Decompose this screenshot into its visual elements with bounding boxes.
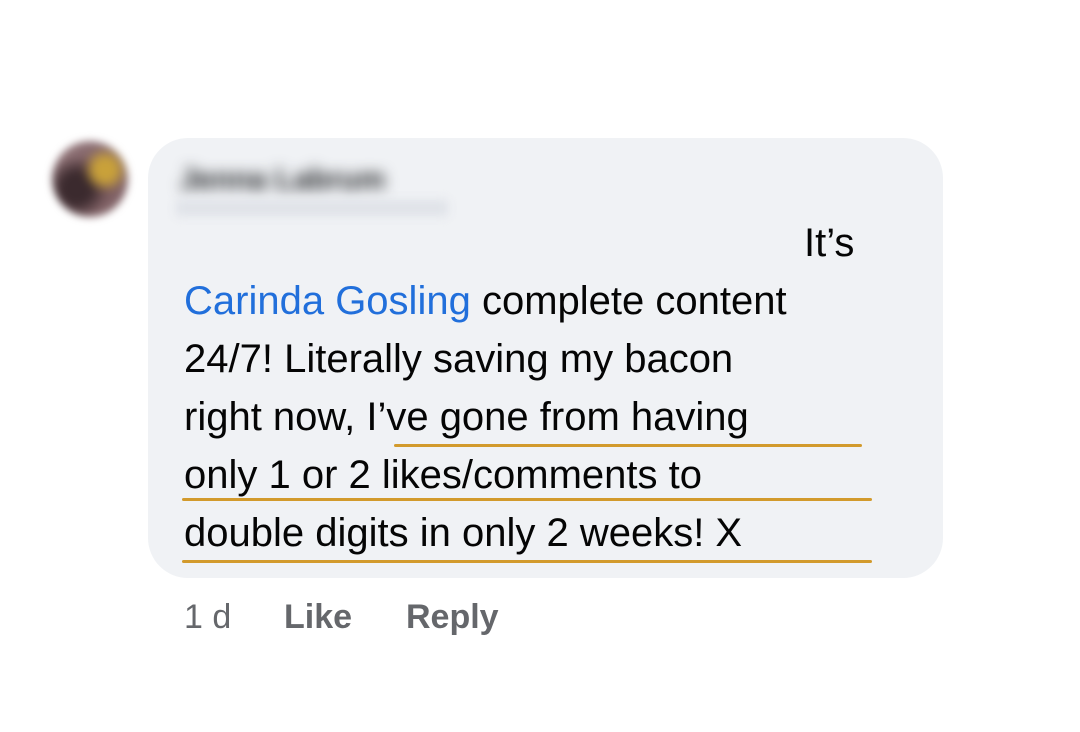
comment-screenshot: Jenna Labrum It’s Carinda Gosling comple… [0, 0, 1080, 732]
highlight-underline-2 [182, 498, 872, 501]
comment-line-4-highlight: I’ve gone from having [366, 395, 749, 439]
mention-link[interactable]: Carinda Gosling [184, 279, 471, 323]
comment-author-name[interactable]: Jenna Labrum [180, 162, 385, 198]
comment-text: It’s Carinda Gosling complete content 24… [184, 214, 924, 562]
like-button[interactable]: Like [284, 594, 352, 640]
highlight-underline-3 [182, 560, 872, 563]
comment-line-5: only 1 or 2 likes/comments to [184, 453, 702, 497]
comment-line-4: right now, I’ve gone from having [184, 388, 924, 446]
comment-timestamp[interactable]: 1 d [184, 594, 231, 640]
comment-line-2-rest: complete content [470, 279, 787, 323]
comment-line-4-start: right now, [184, 395, 367, 439]
comment-line-2: Carinda Gosling complete content [184, 272, 924, 330]
avatar[interactable] [52, 141, 128, 217]
comment-line-6: double digits in only 2 weeks! X [184, 511, 743, 555]
reply-button[interactable]: Reply [406, 594, 499, 640]
highlight-underline-1 [394, 444, 862, 447]
comment-line-1: It’s [804, 221, 855, 265]
comment-line-3: 24/7! Literally saving my bacon [184, 337, 734, 381]
